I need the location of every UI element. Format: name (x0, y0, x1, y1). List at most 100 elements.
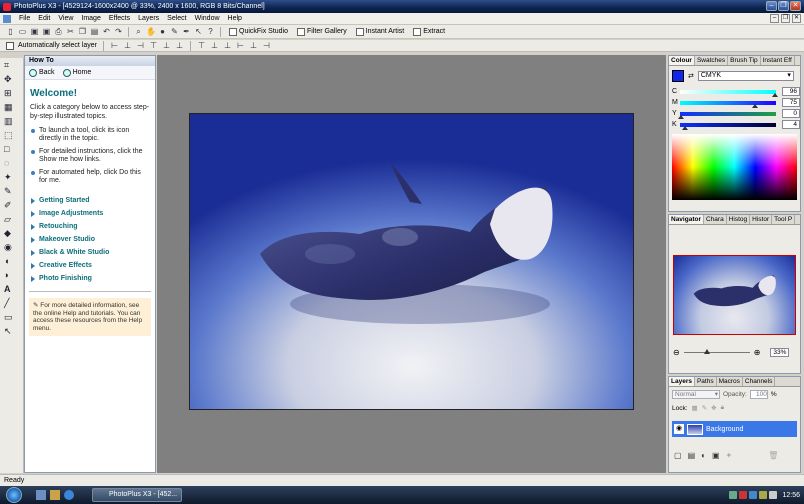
tab-character[interactable]: Chara (704, 215, 727, 224)
tab-macros[interactable]: Macros (717, 377, 743, 386)
tray-icon[interactable] (749, 491, 758, 499)
foreground-color-swatch[interactable] (672, 70, 684, 82)
zoom-icon[interactable]: ⌕ (134, 27, 143, 36)
doc-restore-button[interactable]: ❐ (781, 14, 790, 23)
fill-tool-icon[interactable]: ◆ (2, 227, 20, 240)
volume-icon[interactable] (769, 491, 778, 499)
brush-icon[interactable]: ✎ (170, 27, 179, 36)
tab-brush-tip[interactable]: Brush Tip (728, 56, 761, 65)
save-icon[interactable]: ▣ (30, 27, 39, 36)
cut-icon[interactable]: ✂ (66, 27, 75, 36)
category-creative-effects[interactable]: Creative Effects (25, 259, 155, 272)
align-top-icon[interactable]: ⊤ (149, 41, 158, 50)
home-button[interactable]: Home (62, 68, 91, 77)
filter-gallery-button[interactable]: Filter Gallery (294, 27, 350, 36)
adjustment-layer-icon[interactable]: ◐ (701, 451, 706, 460)
paste-icon[interactable]: ▤ (90, 27, 99, 36)
align-middle-icon[interactable]: ⊥ (162, 41, 171, 50)
lock-position-icon[interactable]: ✥ (711, 404, 716, 412)
red-eye-tool-icon[interactable]: ◉ (2, 241, 20, 254)
tab-swatches[interactable]: Swatches (695, 56, 729, 65)
print-icon[interactable]: ⎙ (54, 27, 63, 36)
eraser-tool-icon[interactable]: ▱ (2, 213, 20, 226)
value-y[interactable]: 0 (782, 109, 800, 118)
category-image-adjustments[interactable]: Image Adjustments (25, 207, 155, 220)
red-eye-icon[interactable]: ● (158, 27, 167, 36)
extract-button[interactable]: Extract (410, 27, 448, 36)
navigator-preview[interactable] (673, 255, 796, 335)
menu-select[interactable]: Select (163, 15, 190, 22)
save-as-icon[interactable]: ▣ (42, 27, 51, 36)
tab-instant-effects[interactable]: Instant Eff (761, 56, 795, 65)
value-m[interactable]: 75 (782, 98, 800, 107)
tab-tool-properties[interactable]: Tool P (772, 215, 796, 224)
document-canvas[interactable] (189, 113, 634, 410)
category-makeover-studio[interactable]: Makeover Studio (25, 233, 155, 246)
clock[interactable]: 12:56 (782, 492, 800, 499)
crop-tool-icon[interactable]: ⌗ (2, 59, 20, 72)
category-photo-finishing[interactable]: Photo Finishing (25, 272, 155, 285)
selection-tool-icon[interactable]: ⬚ (2, 129, 20, 142)
rectangle-select-icon[interactable]: □ (2, 143, 20, 156)
magic-wand-icon[interactable]: ✦ (2, 171, 20, 184)
tab-layers[interactable]: Layers (669, 377, 695, 386)
menu-view[interactable]: View (54, 15, 77, 22)
value-c[interactable]: 96 (782, 87, 800, 96)
tab-paths[interactable]: Paths (695, 377, 717, 386)
lasso-tool-icon[interactable]: ◌ (2, 157, 20, 170)
tab-colour[interactable]: Colour (669, 56, 695, 65)
distribute-top-icon[interactable]: ⊤ (197, 41, 206, 50)
align-left-icon[interactable]: ⊢ (110, 41, 119, 50)
distribute-left-icon[interactable]: ⊢ (236, 41, 245, 50)
mesh-warp-tool-icon[interactable]: ▦ (2, 101, 20, 114)
distribute-bottom-icon[interactable]: ⊥ (223, 41, 232, 50)
tab-histogram[interactable]: Histog (727, 215, 751, 224)
smudge-tool-icon[interactable]: ◖ (2, 255, 20, 268)
category-black-white-studio[interactable]: Black & White Studio (25, 246, 155, 259)
auto-select-checkbox[interactable] (6, 41, 14, 50)
menu-layers[interactable]: Layers (134, 15, 163, 22)
new-icon[interactable]: ▯ (6, 27, 15, 36)
lock-all-icon[interactable]: 🔒︎ (721, 404, 724, 412)
layer-row[interactable]: ◉ Background (672, 421, 797, 437)
open-icon[interactable]: ▭ (18, 27, 27, 36)
undo-icon[interactable]: ↶ (102, 27, 111, 36)
slider-m[interactable]: M 75 (669, 97, 800, 108)
menu-image[interactable]: Image (77, 15, 104, 22)
zoom-slider[interactable] (683, 348, 750, 354)
tab-history[interactable]: Histor (750, 215, 773, 224)
show-desktop-icon[interactable] (36, 490, 46, 500)
menu-help[interactable]: Help (224, 15, 246, 22)
node-edit-tool-icon[interactable]: ↖ (2, 325, 20, 338)
redo-icon[interactable]: ↷ (114, 27, 123, 36)
doc-close-button[interactable]: ✕ (792, 14, 801, 23)
zoom-in-icon[interactable]: ⊕ (754, 348, 761, 357)
tray-icon[interactable] (729, 491, 738, 499)
effects-icon[interactable]: ✦ (726, 451, 733, 460)
align-right-icon[interactable]: ⊣ (136, 41, 145, 50)
tab-channels[interactable]: Channels (743, 377, 776, 386)
text-tool-icon[interactable]: A (2, 283, 20, 296)
clone-tool-icon[interactable]: ✐ (2, 199, 20, 212)
category-getting-started[interactable]: Getting Started (25, 194, 155, 207)
color-mode-select[interactable]: CMYK ▾ (697, 71, 794, 81)
tab-navigator[interactable]: Navigator (669, 215, 704, 224)
distribute-right-icon[interactable]: ⊣ (262, 41, 271, 50)
opacity-input[interactable]: 100 (749, 389, 768, 399)
lock-pixels-icon[interactable]: ✎ (702, 404, 707, 412)
close-button[interactable]: ✕ (790, 1, 801, 11)
help-icon[interactable]: ? (206, 27, 215, 36)
lock-transparency-icon[interactable]: ▦ (692, 404, 698, 412)
tray-icon[interactable] (739, 491, 748, 499)
folder-icon[interactable] (50, 490, 60, 500)
new-layer-icon[interactable]: ▢ (674, 451, 682, 460)
start-button[interactable] (6, 487, 22, 503)
distribute-middle-icon[interactable]: ⊥ (210, 41, 219, 50)
zoom-level[interactable]: 33% (770, 347, 790, 357)
align-bottom-icon[interactable]: ⊥ (175, 41, 184, 50)
restore-button[interactable]: ❐ (778, 1, 789, 11)
tray-icon[interactable] (759, 491, 768, 499)
menu-window[interactable]: Window (191, 15, 224, 22)
shape-tool-icon[interactable]: ▭ (2, 311, 20, 324)
doc-minimize-button[interactable]: – (770, 14, 779, 23)
